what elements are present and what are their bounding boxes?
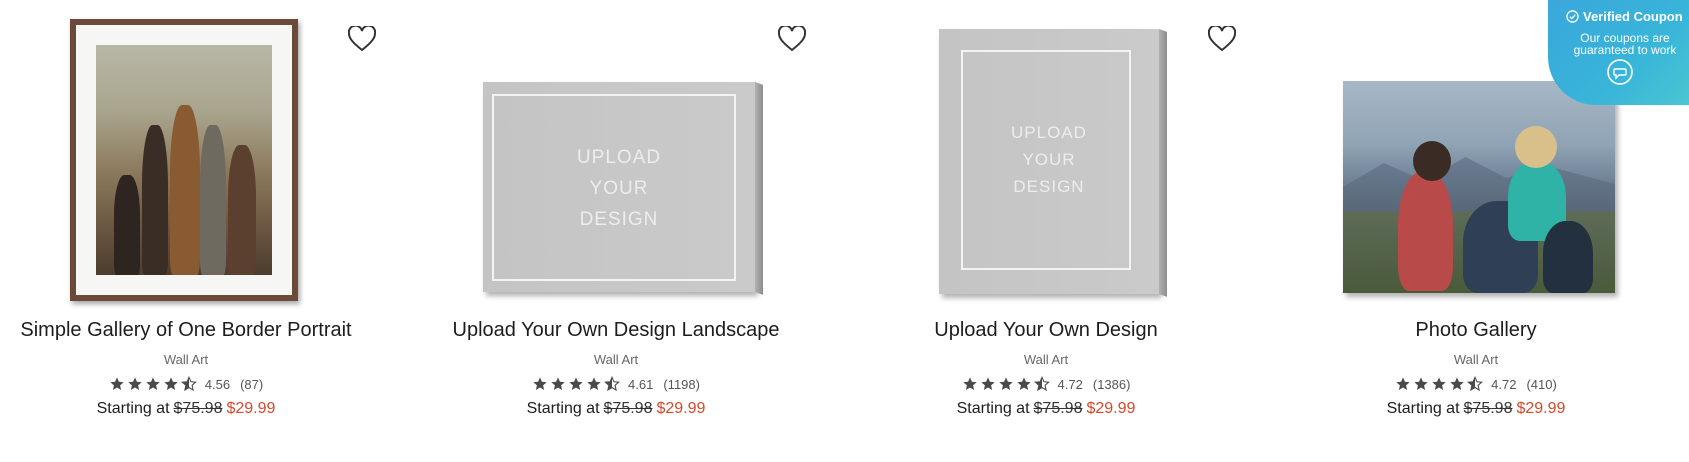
placeholder-line: YOUR — [589, 178, 649, 199]
price-label: Starting at — [96, 400, 170, 417]
placeholder-line: UPLOAD — [576, 147, 662, 168]
product-title[interactable]: Simple Gallery of One Border Portrait — [0, 319, 372, 342]
price-label: Starting at — [956, 400, 1030, 417]
product-rating: 4.56 (87) — [0, 376, 372, 392]
coupon-text: Our coupons are guaranteed to work — [1560, 32, 1689, 56]
star-full-icon — [1449, 376, 1465, 392]
rating-stars — [109, 376, 197, 392]
product-price: Starting at $75.98 $29.99 — [430, 400, 802, 418]
star-full-icon — [980, 376, 996, 392]
star-full-icon — [568, 376, 584, 392]
favorite-button[interactable] — [348, 26, 376, 52]
star-full-icon — [586, 376, 602, 392]
upload-placeholder-text: UPLOAD YOUR DESIGN — [939, 119, 1159, 200]
star-full-icon — [163, 376, 179, 392]
heart-outline-icon — [778, 26, 806, 52]
family-photo — [96, 45, 272, 275]
star-full-icon — [532, 376, 548, 392]
star-full-icon — [127, 376, 143, 392]
canvas-edge — [755, 82, 763, 295]
star-full-icon — [962, 376, 978, 392]
favorite-button[interactable] — [1208, 26, 1236, 52]
rating-value: 4.56 — [204, 376, 231, 392]
star-full-icon — [1395, 376, 1411, 392]
star-half-icon — [180, 376, 197, 392]
product-title[interactable]: Upload Your Own Design — [860, 319, 1232, 342]
upload-placeholder-text: UPLOAD YOUR DESIGN — [483, 142, 755, 235]
photo-figure — [1543, 221, 1593, 293]
product-price: Starting at $75.98 $29.99 — [860, 400, 1232, 418]
verified-coupon-badge[interactable]: Verified Coupon Our coupons are guarante… — [1548, 0, 1689, 105]
star-full-icon — [1016, 376, 1032, 392]
sale-price: $29.99 — [1516, 400, 1566, 417]
product-category: Wall Art — [1453, 352, 1499, 367]
placeholder-line: DESIGN — [1013, 177, 1085, 196]
product-rating: 4.72 (1386) — [860, 376, 1232, 392]
photo-figure — [1413, 141, 1451, 181]
product-price: Starting at $75.98 $29.99 — [1290, 400, 1662, 418]
star-full-icon — [550, 376, 566, 392]
sale-price: $29.99 — [226, 400, 276, 417]
product-rating: 4.61 (1198) — [430, 376, 802, 392]
sale-price: $29.99 — [1086, 400, 1136, 417]
star-full-icon — [1413, 376, 1429, 392]
rating-stars — [532, 376, 620, 392]
review-count[interactable]: (87) — [240, 377, 263, 392]
star-half-icon — [604, 376, 620, 392]
star-half-icon — [1033, 376, 1050, 392]
photo-figure — [1398, 171, 1453, 291]
star-half-icon — [1467, 376, 1484, 392]
favorite-button[interactable] — [778, 26, 806, 52]
rating-value: 4.61 — [628, 376, 654, 392]
heart-outline-icon — [1208, 26, 1236, 52]
rating-value: 4.72 — [1057, 376, 1083, 392]
product-category: Wall Art — [1023, 352, 1069, 367]
sale-price: $29.99 — [656, 400, 706, 417]
photo-figure — [1515, 126, 1557, 168]
product-title[interactable]: Photo Gallery — [1290, 319, 1662, 342]
mountain-backdrop — [1343, 157, 1615, 211]
product-category: Wall Art — [163, 352, 209, 367]
product-image-canvas-portrait[interactable]: UPLOAD YOUR DESIGN — [939, 29, 1167, 297]
original-price: $75.98 — [1463, 400, 1513, 417]
placeholder-line: YOUR — [1022, 150, 1076, 169]
rating-value: 4.72 — [1491, 376, 1517, 392]
placeholder-line: DESIGN — [579, 209, 659, 230]
chat-button[interactable] — [1607, 59, 1633, 85]
product-card[interactable]: Simple Gallery of One Border Portrait Wa… — [0, 0, 430, 462]
product-image-canvas-landscape[interactable]: UPLOAD YOUR DESIGN — [483, 82, 763, 295]
product-rating: 4.72 (410) — [1290, 376, 1662, 392]
heart-outline-icon — [348, 26, 376, 52]
check-circle-icon — [1566, 10, 1579, 23]
star-full-icon — [998, 376, 1014, 392]
rating-stars — [1395, 376, 1484, 392]
canvas-edge — [1159, 29, 1167, 297]
price-label: Starting at — [1386, 400, 1460, 417]
product-category: Wall Art — [593, 352, 639, 367]
star-full-icon — [1431, 376, 1447, 392]
rating-stars — [962, 376, 1050, 392]
placeholder-line: UPLOAD — [1011, 123, 1087, 142]
product-image-photo-gallery[interactable] — [1343, 81, 1615, 293]
product-title[interactable]: Upload Your Own Design Landscape — [430, 319, 802, 342]
review-count[interactable]: (1198) — [663, 377, 700, 392]
product-price: Starting at $75.98 $29.99 — [0, 400, 372, 418]
review-count[interactable]: (410) — [1526, 377, 1556, 392]
original-price: $75.98 — [173, 400, 223, 417]
price-label: Starting at — [526, 400, 600, 417]
chat-bubble-icon — [1607, 59, 1633, 85]
star-full-icon — [109, 376, 125, 392]
coupon-title: Verified Coupon — [1583, 9, 1683, 24]
star-full-icon — [145, 376, 161, 392]
review-count[interactable]: (1386) — [1093, 377, 1131, 392]
original-price: $75.98 — [603, 400, 653, 417]
original-price: $75.98 — [1033, 400, 1083, 417]
coupon-heading: Verified Coupon — [1566, 9, 1683, 24]
coupon-line: guaranteed to work — [1573, 43, 1677, 57]
product-image-framed-portrait[interactable] — [70, 19, 298, 301]
